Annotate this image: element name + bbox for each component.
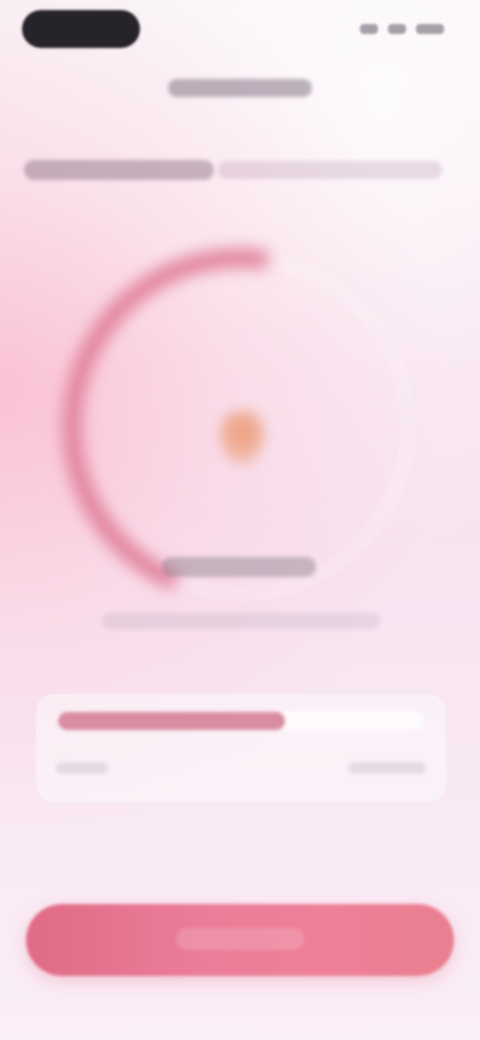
status-icons	[358, 22, 444, 36]
status-bar	[0, 0, 480, 62]
progress-left-label	[56, 762, 108, 774]
progress-right-label	[348, 762, 426, 774]
status-description	[102, 613, 380, 629]
intro-text	[24, 156, 442, 184]
intro-primary-text	[24, 160, 214, 180]
water-drop-icon	[214, 404, 270, 470]
primary-action-button[interactable]	[26, 904, 454, 976]
progress-track	[58, 712, 424, 730]
time-pill	[22, 10, 140, 48]
battery-icon	[416, 24, 444, 34]
page-title	[168, 79, 312, 97]
wifi-icon	[388, 24, 406, 34]
status-title	[162, 557, 316, 577]
primary-action-label	[176, 928, 304, 950]
water-drop-shape	[220, 410, 264, 466]
progress-gauge	[34, 212, 446, 602]
signal-icon	[360, 24, 378, 34]
progress-fill	[58, 712, 285, 730]
header	[0, 76, 480, 106]
intro-secondary-text	[218, 161, 442, 179]
progress-card	[36, 694, 446, 802]
